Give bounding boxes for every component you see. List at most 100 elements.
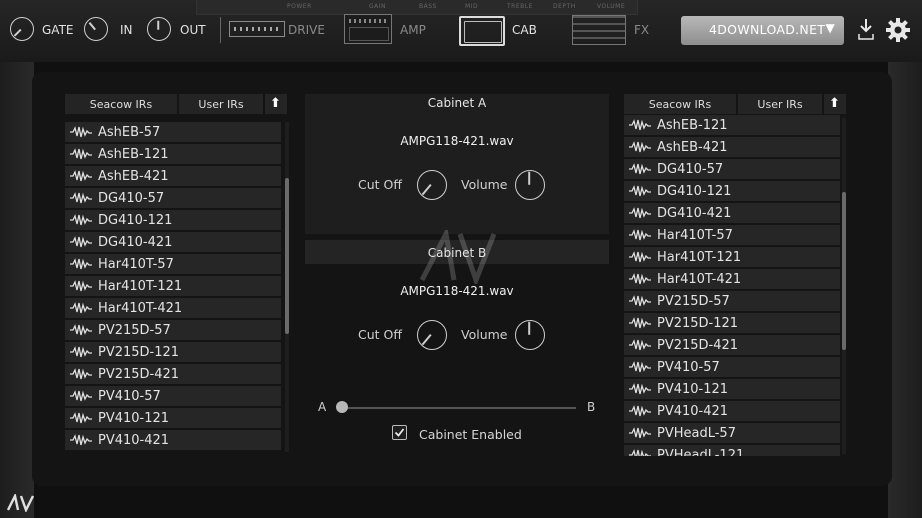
fx-module-label[interactable]: FX (634, 23, 649, 37)
waveform-icon (70, 280, 92, 292)
waveform-icon (629, 251, 651, 263)
ir-list-item[interactable]: DG410-121 (624, 181, 840, 201)
drive-module-label[interactable]: DRIVE (288, 23, 325, 37)
input-label: IN (120, 23, 133, 37)
waveform-icon (629, 383, 651, 395)
output-knob[interactable] (147, 17, 171, 41)
scrollbar-thumb[interactable] (842, 192, 846, 350)
ir-list-item[interactable]: DG410-421 (65, 232, 281, 252)
checkmark-icon (394, 428, 405, 437)
ir-list-item[interactable]: PV215D-121 (65, 342, 281, 362)
mix-slider-thumb[interactable] (336, 401, 348, 413)
ir-list-item[interactable]: PV410-57 (65, 386, 281, 406)
ir-list-item[interactable]: AshEB-421 (65, 166, 281, 186)
cabinet-b-title: Cabinet B (427, 246, 487, 260)
ir-list-item[interactable]: Har410T-421 (65, 298, 281, 318)
ir-list-item[interactable]: AshEB-121 (65, 144, 281, 164)
waveform-icon (629, 119, 651, 131)
ir-list-item[interactable]: PV215D-57 (624, 291, 840, 311)
tab-seacow-irs[interactable]: Seacow IRs (624, 94, 736, 114)
ir-item-label: AshEB-57 (98, 124, 161, 140)
ir-list-item[interactable]: PV410-57 (624, 357, 840, 377)
ir-list-item[interactable]: PV215D-421 (65, 364, 281, 384)
gear-icon[interactable] (885, 17, 911, 43)
ir-list-item[interactable]: DG410-57 (624, 159, 840, 179)
input-knob[interactable] (84, 17, 108, 41)
waveform-icon (70, 192, 92, 204)
scrollbar-thumb[interactable] (285, 178, 289, 334)
fx-module-icon[interactable] (572, 15, 626, 45)
ir-list-item[interactable]: Har410T-121 (624, 247, 840, 267)
cab-module-label[interactable]: CAB (512, 23, 537, 37)
cabinet-a-cutoff-knob[interactable] (417, 170, 447, 200)
waveform-icon (70, 258, 92, 270)
ir-list-item[interactable]: AshEB-57 (65, 122, 281, 142)
ir-tabs: Seacow IRs User IRs ⬆ (65, 94, 287, 114)
ir-item-label: DG410-57 (657, 161, 724, 177)
ir-item-label: PV410-421 (657, 403, 729, 419)
amp-strip-label: BASS (419, 3, 437, 10)
ir-list-item[interactable]: DG410-421 (624, 203, 840, 223)
ir-item-label: Har410T-57 (657, 227, 733, 243)
ir-list-item[interactable]: PV215D-57 (65, 320, 281, 340)
ir-list-item[interactable]: AshEB-121 (624, 115, 840, 135)
ir-list-item[interactable]: DG410-57 (65, 188, 281, 208)
waveform-icon (629, 361, 651, 373)
ir-item-label: PV410-121 (98, 410, 170, 426)
ir-item-label: Har410T-421 (98, 300, 183, 316)
ir-list-item[interactable]: Har410T-121 (65, 276, 281, 296)
right-side-panel (888, 62, 922, 518)
tab-seacow-irs[interactable]: Seacow IRs (65, 94, 177, 114)
waveform-icon (629, 449, 651, 456)
waveform-icon (629, 141, 651, 153)
amp-strip-label: MID (465, 3, 479, 10)
cabinet-a-volume-label: Volume (461, 177, 508, 192)
amp-module-label[interactable]: AMP (400, 23, 426, 37)
cabinet-a-volume-knob[interactable] (515, 170, 545, 200)
ir-list-item[interactable]: Har410T-57 (624, 225, 840, 245)
ir-list-item[interactable]: PV215D-421 (624, 335, 840, 355)
cabinet-b-cutoff-knob[interactable] (417, 320, 447, 350)
toolbar-divider (220, 17, 221, 43)
ir-list-item[interactable]: Har410T-57 (65, 254, 281, 274)
tab-user-irs[interactable]: User IRs (738, 94, 822, 114)
ir-list-item[interactable]: PV410-421 (624, 401, 840, 421)
download-icon[interactable] (856, 16, 876, 42)
waveform-icon (629, 295, 651, 307)
ir-list-item[interactable]: PVHeadL-121 (624, 445, 840, 456)
gate-label: GATE (42, 23, 74, 37)
mix-slider-track[interactable] (340, 407, 576, 409)
cabinet-b-volume-knob[interactable] (515, 320, 545, 350)
ir-list-item[interactable]: PV410-121 (65, 408, 281, 428)
waveform-icon (70, 126, 92, 138)
waveform-icon (629, 185, 651, 197)
up-folder-button[interactable]: ⬆ (265, 94, 287, 114)
ir-item-label: PV215D-57 (657, 293, 730, 309)
gate-knob[interactable] (10, 17, 34, 41)
drive-module-icon[interactable] (229, 21, 285, 37)
ir-list-item[interactable]: DG410-121 (65, 210, 281, 230)
waveform-icon (70, 236, 92, 248)
ir-item-label: DG410-57 (98, 190, 165, 206)
ir-item-label: AshEB-121 (657, 117, 728, 133)
ir-list-item[interactable]: PV410-121 (624, 379, 840, 399)
ir-item-label: AshEB-421 (657, 139, 728, 155)
preset-selector[interactable]: 4DOWNLOAD.NET ▼ (681, 16, 844, 45)
ir-list-item[interactable]: PV410-421 (65, 430, 281, 450)
ir-item-label: DG410-121 (657, 183, 732, 199)
ir-list-item[interactable]: AshEB-421 (624, 137, 840, 157)
cab-module-icon[interactable] (459, 16, 505, 46)
ir-list-item[interactable]: PV215D-121 (624, 313, 840, 333)
ir-item-label: PV410-57 (98, 388, 161, 404)
tab-user-irs[interactable]: User IRs (179, 94, 263, 114)
ir-list-item[interactable]: PVHeadL-57 (624, 423, 840, 443)
amp-strip-label: GAIN (369, 3, 387, 10)
waveform-icon (70, 390, 92, 402)
waveform-icon (629, 427, 651, 439)
up-folder-button[interactable]: ⬆ (824, 94, 846, 114)
amp-module-icon[interactable] (344, 14, 392, 44)
ir-list-item[interactable]: Har410T-421 (624, 269, 840, 289)
left-side-panel (0, 62, 34, 518)
ir-item-label: PV215D-421 (98, 366, 180, 382)
cabinet-enabled-checkbox[interactable] (392, 425, 407, 440)
